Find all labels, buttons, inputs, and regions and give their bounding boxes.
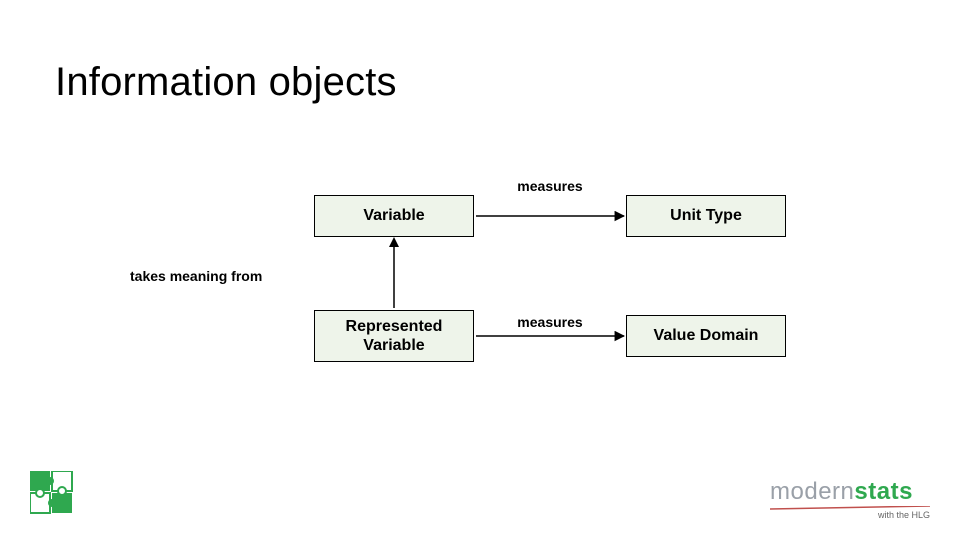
node-value-domain-label: Value Domain	[654, 326, 759, 345]
brand-part-3: stats	[854, 478, 913, 505]
node-value-domain: Value Domain	[626, 315, 786, 357]
brand-subtitle: with the HLG	[770, 510, 930, 520]
node-represented-variable: Represented Variable	[314, 310, 474, 362]
slide-title: Information objects	[55, 60, 397, 105]
arrowhead-up	[389, 237, 399, 247]
label-measures-bottom: measures	[515, 314, 585, 330]
puzzle-icon	[30, 471, 74, 520]
brand-part-1: m	[770, 478, 791, 505]
node-represented-variable-label: Represented Variable	[346, 317, 443, 355]
node-variable: Variable	[314, 195, 474, 237]
node-unit-type-label: Unit Type	[670, 206, 742, 225]
node-unit-type: Unit Type	[626, 195, 786, 237]
label-takes-meaning-from: takes meaning from	[130, 268, 262, 284]
brand-part-2: odern	[791, 478, 855, 505]
node-variable-label: Variable	[363, 206, 424, 225]
label-measures-top: measures	[515, 178, 585, 194]
modernstats-logo: modernstats with the HLG	[770, 478, 930, 520]
